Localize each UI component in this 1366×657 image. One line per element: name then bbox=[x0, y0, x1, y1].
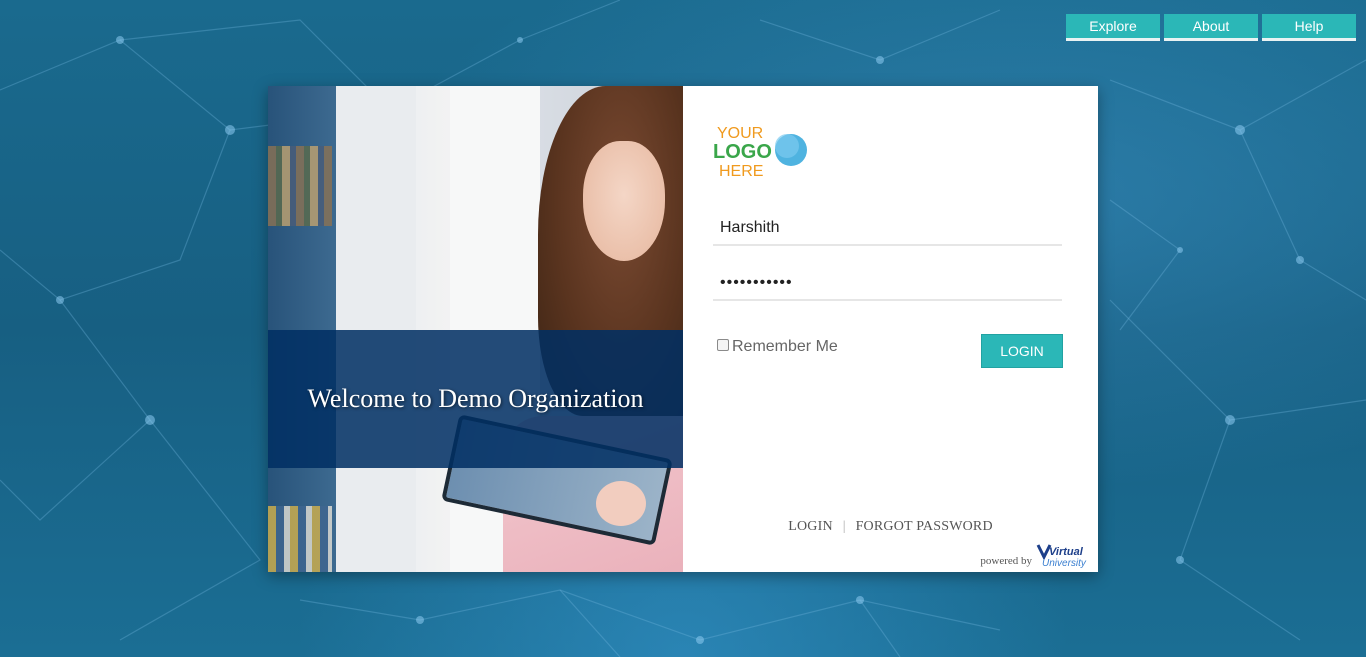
login-link[interactable]: LOGIN bbox=[788, 519, 833, 535]
welcome-heading: Welcome to Demo Organization bbox=[307, 384, 644, 413]
footer-links: LOGIN | FORGOT PASSWORD bbox=[683, 519, 1098, 535]
svg-text:University: University bbox=[1042, 558, 1087, 569]
bookshelf-books-top bbox=[268, 146, 332, 226]
svg-text:Virtual: Virtual bbox=[1049, 546, 1084, 558]
remember-me-label: Remember Me bbox=[732, 338, 838, 355]
welcome-banner: Welcome to Demo Organization bbox=[268, 330, 683, 468]
explore-button[interactable]: Explore bbox=[1066, 14, 1160, 41]
forgot-password-link[interactable]: FORGOT PASSWORD bbox=[856, 519, 993, 535]
top-nav: Explore About Help bbox=[1066, 14, 1356, 41]
powered-by-text: powered by bbox=[980, 555, 1032, 567]
help-button[interactable]: Help bbox=[1262, 14, 1356, 41]
bookshelf-books-bottom bbox=[268, 506, 332, 572]
username-input[interactable] bbox=[713, 212, 1062, 246]
person-hand bbox=[596, 481, 646, 526]
login-panel: YOUR LOGO HERE Remember Me LOGIN LOGIN |… bbox=[683, 86, 1098, 572]
login-button[interactable]: LOGIN bbox=[981, 334, 1063, 368]
about-button[interactable]: About bbox=[1164, 14, 1258, 41]
virtual-university-logo[interactable]: Virtual University bbox=[1036, 543, 1094, 569]
link-separator: | bbox=[842, 519, 846, 534]
hero-image: Welcome to Demo Organization bbox=[268, 86, 683, 572]
wall-panel bbox=[336, 86, 416, 572]
login-card: Welcome to Demo Organization YOUR LOGO H… bbox=[268, 86, 1098, 572]
powered-by: powered by Virtual University bbox=[980, 543, 1094, 569]
logo-placeholder: YOUR LOGO HERE bbox=[713, 125, 807, 180]
password-input[interactable] bbox=[713, 267, 1062, 301]
person-face bbox=[583, 141, 665, 261]
svg-text:YOUR: YOUR bbox=[717, 125, 763, 142]
svg-text:HERE: HERE bbox=[719, 163, 763, 180]
svg-text:LOGO: LOGO bbox=[713, 141, 772, 163]
remember-me[interactable]: Remember Me bbox=[717, 338, 838, 356]
remember-me-checkbox[interactable] bbox=[717, 339, 729, 351]
